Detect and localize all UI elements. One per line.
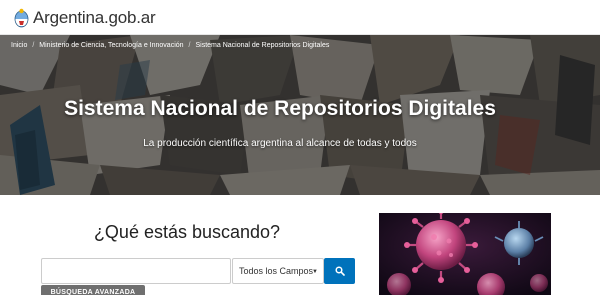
argentina-coat-of-arms-icon xyxy=(14,8,29,28)
page-subtitle: La producción científica argentina al al… xyxy=(143,138,417,149)
breadcrumb-separator: / xyxy=(32,42,35,49)
search-field-selected: Todos los Campos xyxy=(239,266,314,276)
coronavirus-image[interactable] xyxy=(379,213,551,295)
hero-banner: Inicio / Ministerio de Ciencia, Tecnolog… xyxy=(0,35,600,195)
page-title: Sistema Nacional de Repositorios Digital… xyxy=(64,97,496,120)
search-heading: ¿Qué estás buscando? xyxy=(93,222,281,242)
breadcrumb-separator: / xyxy=(188,42,191,49)
breadcrumb-item-ministerio[interactable]: Ministerio de Ciencia, Tecnología e Inno… xyxy=(39,42,183,49)
search-input[interactable] xyxy=(41,258,231,284)
brand-name: Argentina.gob.ar xyxy=(33,8,156,27)
breadcrumb-item-current: Sistema Nacional de Repositorios Digital… xyxy=(195,42,330,49)
breadcrumb-item-inicio[interactable]: Inicio xyxy=(11,42,27,49)
search-field-select[interactable]: Todos los Campos ▼ xyxy=(232,258,324,284)
search-icon xyxy=(334,266,345,276)
coronavirus-illustration xyxy=(379,213,551,295)
chevron-down-icon: ▼ xyxy=(312,269,318,275)
advanced-search-button[interactable]: BÚSQUEDA AVANZADA xyxy=(41,285,145,295)
site-header: Argentina.gob.ar xyxy=(0,0,600,35)
breadcrumb: Inicio / Ministerio de Ciencia, Tecnolog… xyxy=(11,42,329,49)
search-button[interactable] xyxy=(324,258,355,284)
brand-link[interactable]: Argentina.gob.ar xyxy=(14,6,156,30)
